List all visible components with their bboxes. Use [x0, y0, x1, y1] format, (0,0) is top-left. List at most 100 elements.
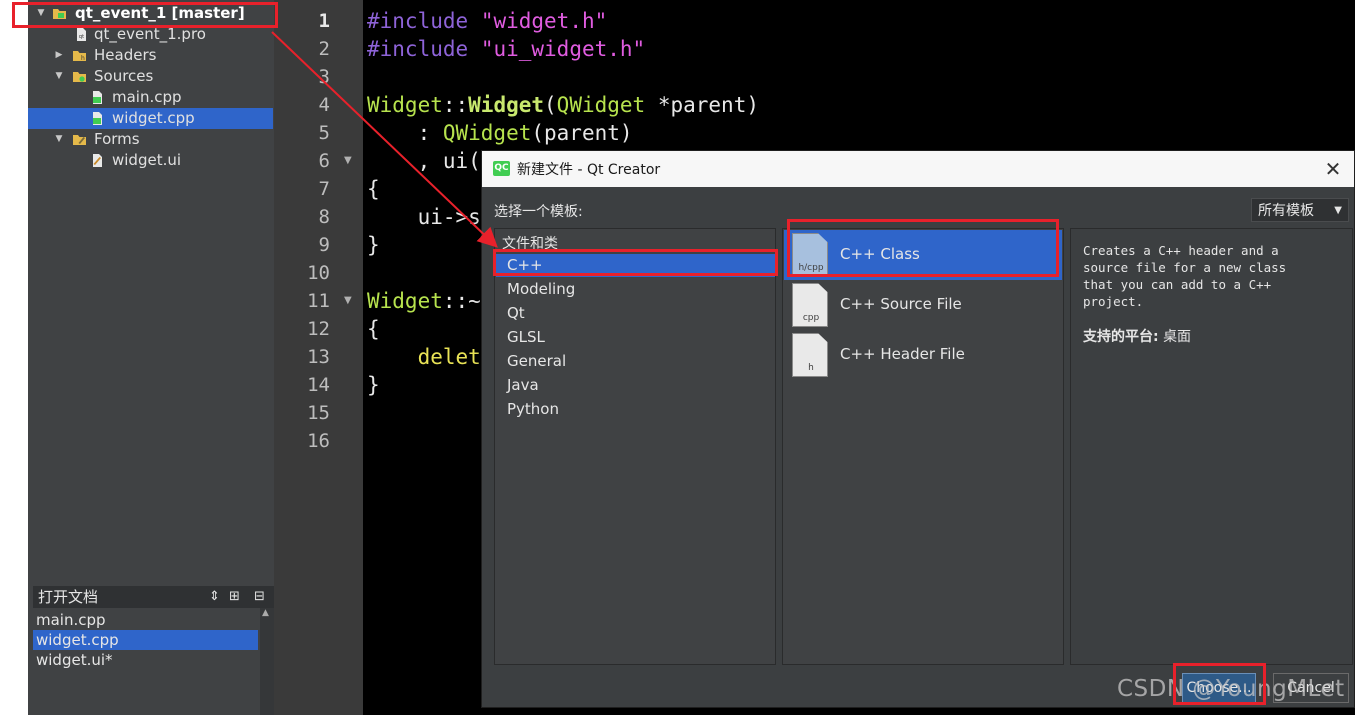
open-doc-widget-ui[interactable]: widget.ui* — [33, 650, 258, 670]
headers-label: Headers — [94, 46, 157, 64]
svg-text:qt: qt — [79, 34, 84, 40]
ui-file-icon — [93, 154, 102, 167]
annotation-box-cpp-class — [787, 219, 1059, 277]
line-number: 2 — [318, 38, 330, 60]
code-line-12: { — [367, 317, 380, 341]
line-number: 3 — [318, 66, 330, 88]
line-number: 16 — [307, 430, 330, 452]
open-documents-list: main.cpp widget.cpp widget.ui* ▲ — [33, 608, 274, 715]
cpp-file-icon — [93, 112, 102, 125]
split-icon[interactable]: ⊞ — [229, 586, 240, 608]
tree-item-forms[interactable]: ▼ Forms — [28, 129, 273, 150]
supported-platforms: 支持的平台: 桌面 — [1083, 326, 1191, 346]
template-label: C++ Header File — [840, 345, 965, 363]
code-token: : — [367, 121, 443, 145]
pro-file-icon: qt — [77, 28, 86, 41]
collapse-arrow-icon[interactable]: ▶ — [54, 45, 64, 66]
code-token: Widget — [367, 93, 443, 117]
annotation-box-project-root — [12, 2, 278, 28]
code-line-1: #include "widget.h" — [367, 7, 607, 35]
tree-item-widget-cpp[interactable]: widget.cpp — [28, 108, 273, 129]
category-glsl[interactable]: GLSL — [496, 326, 775, 349]
forms-folder-icon — [73, 135, 86, 145]
open-doc-main-cpp[interactable]: main.cpp — [33, 610, 258, 630]
category-java[interactable]: Java — [496, 374, 775, 397]
file-label: widget.ui — [112, 151, 182, 169]
line-number-gutter: 1 2 3 4 5 6 ▼ 7 8 9 10 11 ▼ 12 13 14 15 … — [274, 0, 363, 715]
tree-item-sources[interactable]: ▼ Sources — [28, 66, 273, 87]
choose-template-label: 选择一个模板: — [494, 204, 583, 220]
filter-selected-value: 所有模板 — [1258, 203, 1314, 219]
code-line-4: Widget::Widget(QWidget *parent) — [367, 91, 759, 119]
template-cpp-source-file[interactable]: cpp C++ Source File — [784, 280, 1062, 330]
code-token: Widget — [367, 289, 443, 313]
sources-folder-icon — [73, 72, 86, 82]
cpp-file-icon — [93, 91, 102, 104]
category-list: 文件和类 C++ Modeling Qt GLSL General Java P… — [494, 228, 776, 665]
code-token: ( — [544, 93, 557, 117]
code-line-8: ui->s — [367, 205, 481, 229]
open-docs-scrollbar[interactable]: ▲ — [260, 608, 274, 715]
dialog-titlebar[interactable]: QC 新建文件 - Qt Creator ✕ — [482, 151, 1354, 187]
line-number: 12 — [307, 318, 330, 340]
category-qt[interactable]: Qt — [496, 302, 775, 325]
tree-item-main-cpp[interactable]: main.cpp — [28, 87, 273, 108]
line-number: 4 — [318, 94, 330, 116]
code-token: #include — [367, 37, 469, 61]
template-list: h/cpp C++ Class cpp C++ Source File h C+… — [782, 228, 1064, 665]
code-line-11: Widget::~ — [367, 287, 481, 315]
template-label: C++ Source File — [840, 295, 962, 313]
template-filter-select[interactable]: 所有模板 ▼ — [1251, 198, 1349, 222]
code-token: ::~ — [442, 289, 481, 313]
line-number: 9 — [318, 234, 330, 256]
line-number: 11 — [307, 290, 330, 312]
code-token: "ui_widget.h" — [480, 37, 646, 61]
cpp-source-file-icon: cpp — [792, 283, 828, 327]
category-general[interactable]: General — [496, 350, 775, 373]
file-label: main.cpp — [112, 88, 182, 106]
line-number: 5 — [318, 122, 330, 144]
headers-folder-icon: h — [73, 51, 86, 62]
template-description: Creates a C++ header and a source file f… — [1083, 243, 1287, 309]
platform-value: 桌面 — [1163, 329, 1192, 345]
code-line-5: : QWidget(parent) — [367, 119, 633, 147]
code-token: (parent) — [531, 121, 633, 145]
platform-label: 支持的平台: — [1083, 329, 1159, 345]
category-modeling[interactable]: Modeling — [496, 278, 775, 301]
code-line-13: delet — [367, 343, 481, 371]
open-documents-header: 打开文档 ⇕ ⊞ ⊟ — [33, 586, 274, 608]
chevron-down-icon: ▼ — [1334, 205, 1342, 216]
code-line-6: , ui( — [367, 149, 481, 173]
code-token: delet — [417, 345, 481, 369]
tree-item-widget-ui[interactable]: widget.ui — [28, 150, 273, 171]
template-cpp-header-file[interactable]: h C++ Header File — [784, 330, 1062, 380]
qt-creator-logo-icon: QC — [493, 161, 510, 176]
tree-item-headers[interactable]: ▶ h Headers — [28, 45, 273, 66]
code-line-2: #include "ui_widget.h" — [367, 35, 645, 63]
file-icon-text: h — [808, 363, 814, 373]
line-number: 15 — [307, 402, 330, 424]
project-panel: ▼ qt_event_1 [master] qt qt_event_1.pro … — [28, 0, 274, 715]
file-icon-text: cpp — [802, 313, 820, 323]
close-panel-icon[interactable]: ⊟ — [254, 586, 265, 608]
category-python[interactable]: Python — [496, 398, 775, 421]
file-label: widget.cpp — [112, 109, 195, 127]
line-number: 14 — [307, 374, 330, 396]
open-doc-widget-cpp[interactable]: widget.cpp — [33, 630, 258, 650]
code-token: QWidget — [442, 121, 532, 145]
dialog-title: 新建文件 - Qt Creator — [517, 162, 661, 178]
line-number: 10 — [307, 262, 330, 284]
annotation-box-choose-button — [1173, 663, 1266, 705]
sort-icon[interactable]: ⇕ — [209, 586, 220, 608]
line-number: 1 — [318, 10, 330, 32]
code-token: "widget.h" — [480, 9, 608, 33]
code-token: Widget — [468, 93, 545, 117]
expand-arrow-icon[interactable]: ▼ — [54, 66, 64, 87]
fold-marker-icon[interactable]: ▼ — [344, 155, 352, 166]
close-icon[interactable]: ✕ — [1320, 156, 1346, 182]
code-line-9: } — [367, 233, 380, 257]
code-line-7: { — [367, 177, 380, 201]
fold-marker-icon[interactable]: ▼ — [344, 295, 352, 306]
expand-arrow-icon[interactable]: ▼ — [54, 129, 64, 150]
